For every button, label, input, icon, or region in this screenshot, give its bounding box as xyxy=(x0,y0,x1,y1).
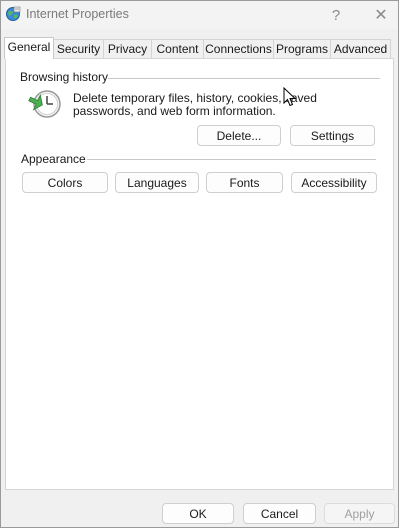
browsing-history-divider xyxy=(106,78,380,79)
internet-properties-dialog: Internet Properties ? ✕ General Security… xyxy=(0,0,399,528)
cancel-button[interactable]: Cancel xyxy=(243,503,316,524)
browsing-history-heading: Browsing history xyxy=(20,70,109,84)
appearance-heading: Appearance xyxy=(21,152,86,166)
browsing-history-description: Delete temporary files, history, cookies… xyxy=(73,91,317,118)
tab-general[interactable]: General xyxy=(4,37,54,59)
tab-connections[interactable]: Connections xyxy=(204,39,274,58)
tab-security[interactable]: Security xyxy=(54,39,104,58)
ok-button[interactable]: OK xyxy=(162,503,234,524)
mouse-pointer-icon xyxy=(283,87,297,107)
tab-advanced[interactable]: Advanced xyxy=(331,39,391,58)
delete-button[interactable]: Delete... xyxy=(197,125,281,146)
tab-privacy[interactable]: Privacy xyxy=(104,39,152,58)
general-tab-panel: Browsing history Delete temporary files,… xyxy=(5,58,394,490)
help-button[interactable]: ? xyxy=(320,3,352,27)
accessibility-button[interactable]: Accessibility xyxy=(291,172,377,193)
title-bar: Internet Properties ? ✕ xyxy=(1,1,398,29)
tab-strip: General Security Privacy Content Connect… xyxy=(4,37,396,59)
clock-refresh-icon xyxy=(28,90,61,118)
appearance-divider xyxy=(87,159,376,160)
fonts-button[interactable]: Fonts xyxy=(206,172,283,193)
close-button[interactable]: ✕ xyxy=(365,3,397,27)
languages-button[interactable]: Languages xyxy=(115,172,199,193)
internet-globe-icon xyxy=(6,6,21,21)
tab-programs[interactable]: Programs xyxy=(274,39,331,58)
dialog-footer: OK Cancel Apply xyxy=(1,495,398,527)
tab-content[interactable]: Content xyxy=(152,39,204,58)
settings-button[interactable]: Settings xyxy=(290,125,375,146)
apply-button[interactable]: Apply xyxy=(324,503,395,524)
colors-button[interactable]: Colors xyxy=(22,172,108,193)
window-title: Internet Properties xyxy=(26,7,129,21)
